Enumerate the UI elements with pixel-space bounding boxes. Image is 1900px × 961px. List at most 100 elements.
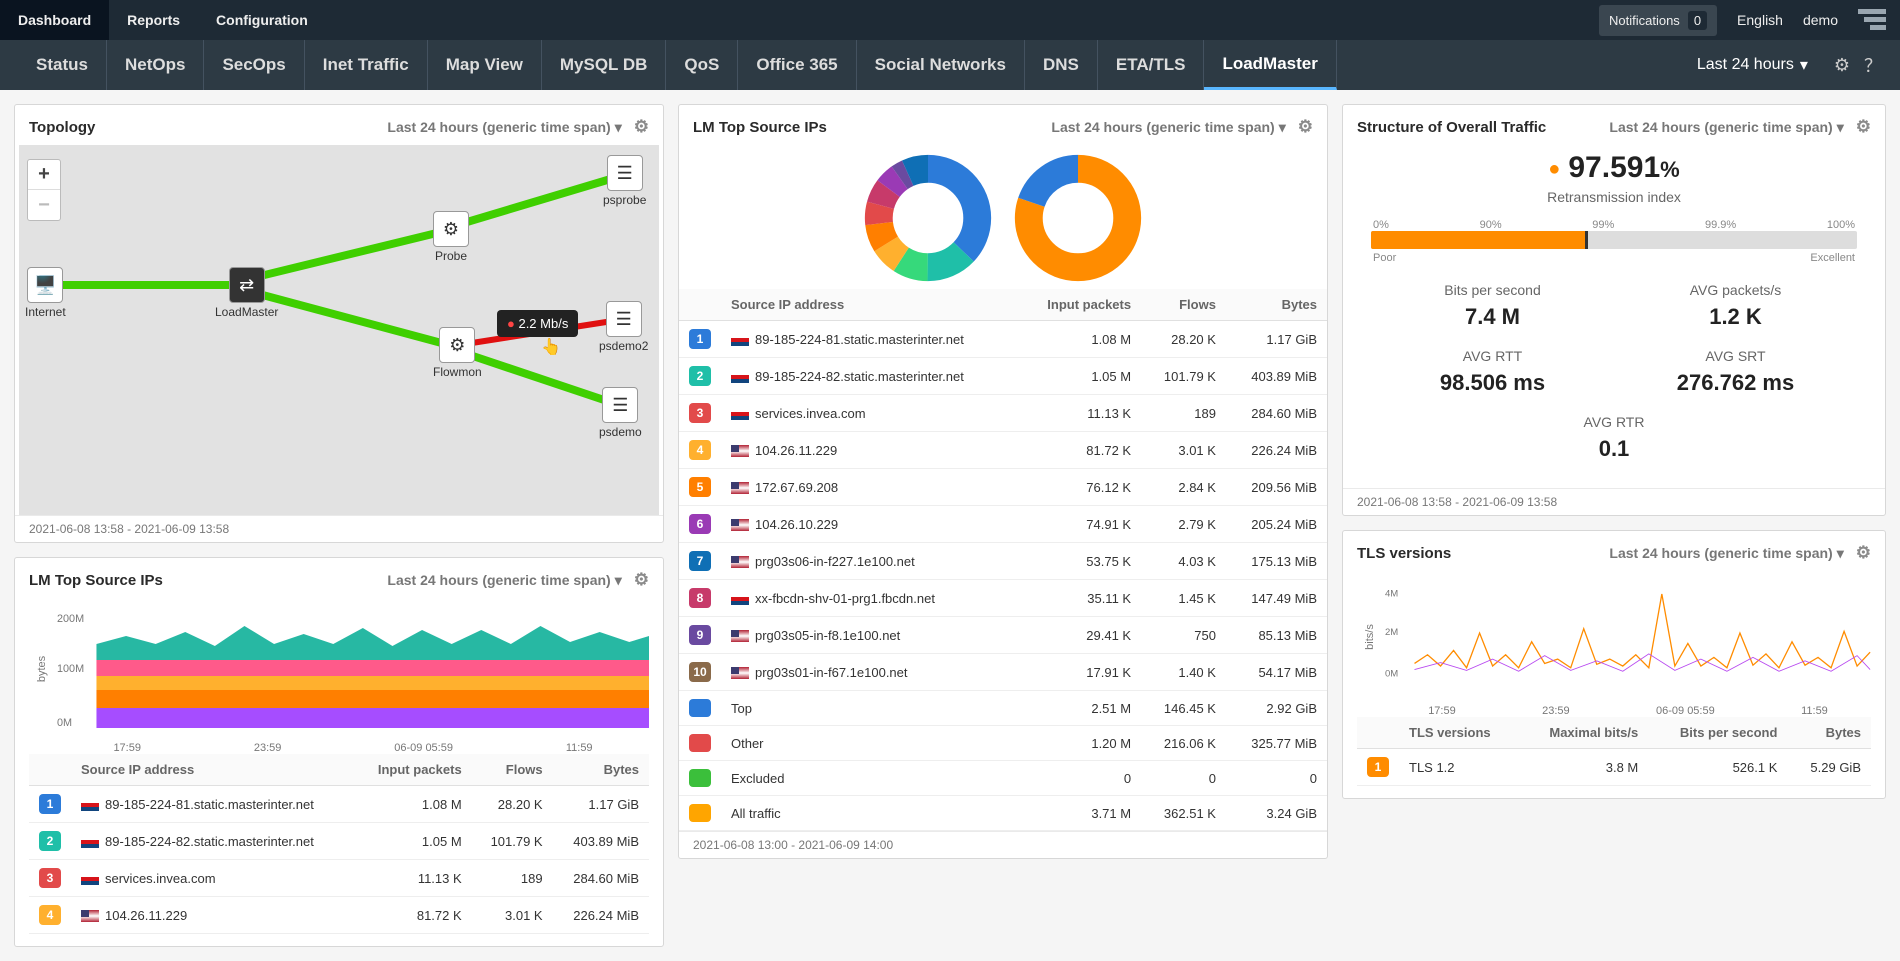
col-bytes[interactable]: Bytes bbox=[553, 754, 649, 786]
col-source-ip[interactable]: Source IP address bbox=[71, 754, 355, 786]
summary-row[interactable]: Excluded000 bbox=[679, 761, 1327, 796]
table-row[interactable]: 4 104.26.11.229 81.72 K3.01 K226.24 MiB bbox=[29, 897, 649, 934]
node-probe[interactable]: ⚙Probe bbox=[433, 211, 469, 263]
node-psdemo2[interactable]: ☰psdemo2 bbox=[599, 301, 648, 353]
svg-text:0M: 0M bbox=[57, 717, 72, 729]
rank-badge: 3 bbox=[39, 868, 61, 888]
subnav-eta-tls[interactable]: ETA/TLS bbox=[1098, 40, 1205, 90]
table-row[interactable]: 8 xx-fbcdn-shv-01-prg1.fbcdn.net 35.11 K… bbox=[679, 580, 1327, 617]
svg-text:0M: 0M bbox=[1385, 668, 1398, 679]
language-selector[interactable]: English bbox=[1737, 12, 1783, 28]
zoom-out-button[interactable]: − bbox=[28, 190, 60, 220]
flag-icon bbox=[731, 482, 749, 494]
table-row[interactable]: 5 172.67.69.208 76.12 K2.84 K209.56 MiB bbox=[679, 469, 1327, 506]
table-row[interactable]: 4 104.26.11.229 81.72 K3.01 K226.24 MiB bbox=[679, 432, 1327, 469]
flag-icon bbox=[731, 593, 749, 605]
tls-line-chart[interactable]: bits/s 4M2M0M bbox=[1385, 581, 1871, 701]
widget-title: Topology bbox=[29, 119, 95, 136]
summary-row[interactable]: Other1.20 M216.06 K325.77 MiB bbox=[679, 726, 1327, 761]
col-input-packets[interactable]: Input packets bbox=[1019, 289, 1141, 321]
widget-timespan[interactable]: Last 24 hours (generic time span) ▾ bbox=[1609, 119, 1843, 136]
stat-avg-rtr: AVG RTR0.1 bbox=[1371, 414, 1857, 462]
table-row[interactable]: 2 89-185-224-82.static.masterinter.net 1… bbox=[679, 358, 1327, 395]
table-row[interactable]: 3 services.invea.com 11.13 K189284.60 Mi… bbox=[679, 395, 1327, 432]
subnav-mysql-db[interactable]: MySQL DB bbox=[542, 40, 667, 90]
cursor-icon: 👆 bbox=[541, 337, 561, 357]
subnav-map-view[interactable]: Map View bbox=[428, 40, 542, 90]
node-loadmaster[interactable]: ⇄LoadMaster bbox=[215, 267, 278, 319]
rank-badge: 6 bbox=[689, 514, 711, 534]
table-row[interactable]: 9 prg03s05-in-f8.1e100.net 29.41 K75085.… bbox=[679, 617, 1327, 654]
table-row[interactable]: 2 89-185-224-82.static.masterinter.net 1… bbox=[29, 823, 649, 860]
node-psdemo[interactable]: ☰psdemo bbox=[599, 387, 642, 439]
table-row[interactable]: 7 prg03s06-in-f227.1e100.net 53.75 K4.03… bbox=[679, 543, 1327, 580]
table-row[interactable]: 10 prg03s01-in-f67.1e100.net 17.91 K1.40… bbox=[679, 654, 1327, 691]
subnav-netops[interactable]: NetOps bbox=[107, 40, 204, 90]
widget-structure-traffic: Structure of Overall Traffic Last 24 hou… bbox=[1342, 104, 1886, 516]
widget-timespan[interactable]: Last 24 hours (generic time span) ▾ bbox=[387, 572, 621, 589]
donut-chart-right[interactable] bbox=[1008, 153, 1148, 283]
switch-icon: ⇄ bbox=[229, 267, 265, 303]
col-tls-version[interactable]: TLS versions bbox=[1399, 717, 1519, 749]
rank-badge: 3 bbox=[689, 403, 711, 423]
subnav-inet-traffic[interactable]: Inet Traffic bbox=[305, 40, 428, 90]
table-row[interactable]: 1 89-185-224-81.static.masterinter.net 1… bbox=[29, 786, 649, 823]
col-max-bps[interactable]: Maximal bits/s bbox=[1519, 717, 1648, 749]
col-bytes[interactable]: Bytes bbox=[1226, 289, 1327, 321]
summary-row[interactable]: All traffic3.71 M362.51 K3.24 GiB bbox=[679, 796, 1327, 831]
subnav-dns[interactable]: DNS bbox=[1025, 40, 1098, 90]
subnav-office365[interactable]: Office 365 bbox=[738, 40, 856, 90]
widget-settings-icon[interactable]: ⚙ bbox=[1856, 543, 1871, 563]
col-input-packets[interactable]: Input packets bbox=[355, 754, 472, 786]
col-flows[interactable]: Flows bbox=[1141, 289, 1226, 321]
col-source-ip[interactable]: Source IP address bbox=[721, 289, 1019, 321]
col-flows[interactable]: Flows bbox=[472, 754, 553, 786]
user-menu[interactable]: demo bbox=[1803, 12, 1838, 28]
svg-text:100M: 100M bbox=[57, 663, 84, 675]
table-row[interactable]: 6 104.26.10.229 74.91 K2.79 K205.24 MiB bbox=[679, 506, 1327, 543]
node-psprobe[interactable]: ☰psprobe bbox=[603, 155, 646, 207]
subnav-loadmaster[interactable]: LoadMaster bbox=[1204, 40, 1336, 90]
subnav-secops[interactable]: SecOps bbox=[204, 40, 304, 90]
col-bytes[interactable]: Bytes bbox=[1787, 717, 1871, 749]
node-flowmon[interactable]: ⚙Flowmon bbox=[433, 327, 482, 379]
table-row[interactable]: 3 services.invea.com 11.13 K189284.60 Mi… bbox=[29, 860, 649, 897]
rank-badge: 4 bbox=[689, 440, 711, 460]
summary-row[interactable]: Top2.51 M146.45 K2.92 GiB bbox=[679, 691, 1327, 726]
color-swatch bbox=[689, 769, 711, 787]
subnav-qos[interactable]: QoS bbox=[666, 40, 738, 90]
gear-icon: ⚙ bbox=[439, 327, 475, 363]
widget-settings-icon[interactable]: ⚙ bbox=[1856, 117, 1871, 137]
widget-timespan[interactable]: Last 24 hours (generic time span) ▾ bbox=[387, 119, 621, 136]
subnav-social-networks[interactable]: Social Networks bbox=[857, 40, 1025, 90]
rank-badge: 5 bbox=[689, 477, 711, 497]
tab-reports[interactable]: Reports bbox=[109, 0, 198, 40]
widget-timespan[interactable]: Last 24 hours (generic time span) ▾ bbox=[1609, 545, 1843, 562]
stats-grid: Bits per second7.4 M AVG packets/s1.2 K … bbox=[1357, 268, 1871, 476]
help-icon[interactable]: ？ bbox=[1864, 52, 1882, 78]
widget-settings-icon[interactable]: ⚙ bbox=[634, 570, 649, 590]
table-row[interactable]: 1 TLS 1.23.8 M526.1 K5.29 GiB bbox=[1357, 749, 1871, 786]
stacked-area-chart[interactable]: bytes 200M 100M 0M bbox=[57, 608, 649, 738]
col-bps[interactable]: Bits per second bbox=[1648, 717, 1787, 749]
settings-icon[interactable]: ⚙ bbox=[1834, 55, 1850, 76]
node-internet[interactable]: 🖥️Internet bbox=[25, 267, 66, 319]
table-row[interactable]: 1 89-185-224-81.static.masterinter.net 1… bbox=[679, 321, 1327, 358]
tab-dashboard[interactable]: Dashboard bbox=[0, 0, 109, 40]
widget-settings-icon[interactable]: ⚙ bbox=[634, 117, 649, 137]
notifications-count: 0 bbox=[1688, 11, 1707, 30]
donut-chart-left[interactable] bbox=[858, 153, 998, 283]
topology-canvas[interactable]: + − 🖥️Internet ⇄LoadMaster ⚙Probe ⚙Flowm… bbox=[19, 145, 659, 515]
widget-settings-icon[interactable]: ⚙ bbox=[1298, 117, 1313, 137]
color-swatch bbox=[689, 734, 711, 752]
rank-badge: 9 bbox=[689, 625, 711, 645]
tab-configuration[interactable]: Configuration bbox=[198, 0, 326, 40]
server-icon: ☰ bbox=[606, 301, 642, 337]
widget-timespan[interactable]: Last 24 hours (generic time span) ▾ bbox=[1051, 119, 1285, 136]
widget-title: LM Top Source IPs bbox=[693, 119, 827, 136]
subnav-status[interactable]: Status bbox=[18, 40, 107, 90]
zoom-in-button[interactable]: + bbox=[28, 160, 60, 190]
time-range-selector[interactable]: Last 24 hours ▾ bbox=[1697, 55, 1808, 75]
notifications-button[interactable]: Notifications 0 bbox=[1599, 5, 1717, 36]
sub-nav: Status NetOps SecOps Inet Traffic Map Vi… bbox=[0, 40, 1900, 90]
